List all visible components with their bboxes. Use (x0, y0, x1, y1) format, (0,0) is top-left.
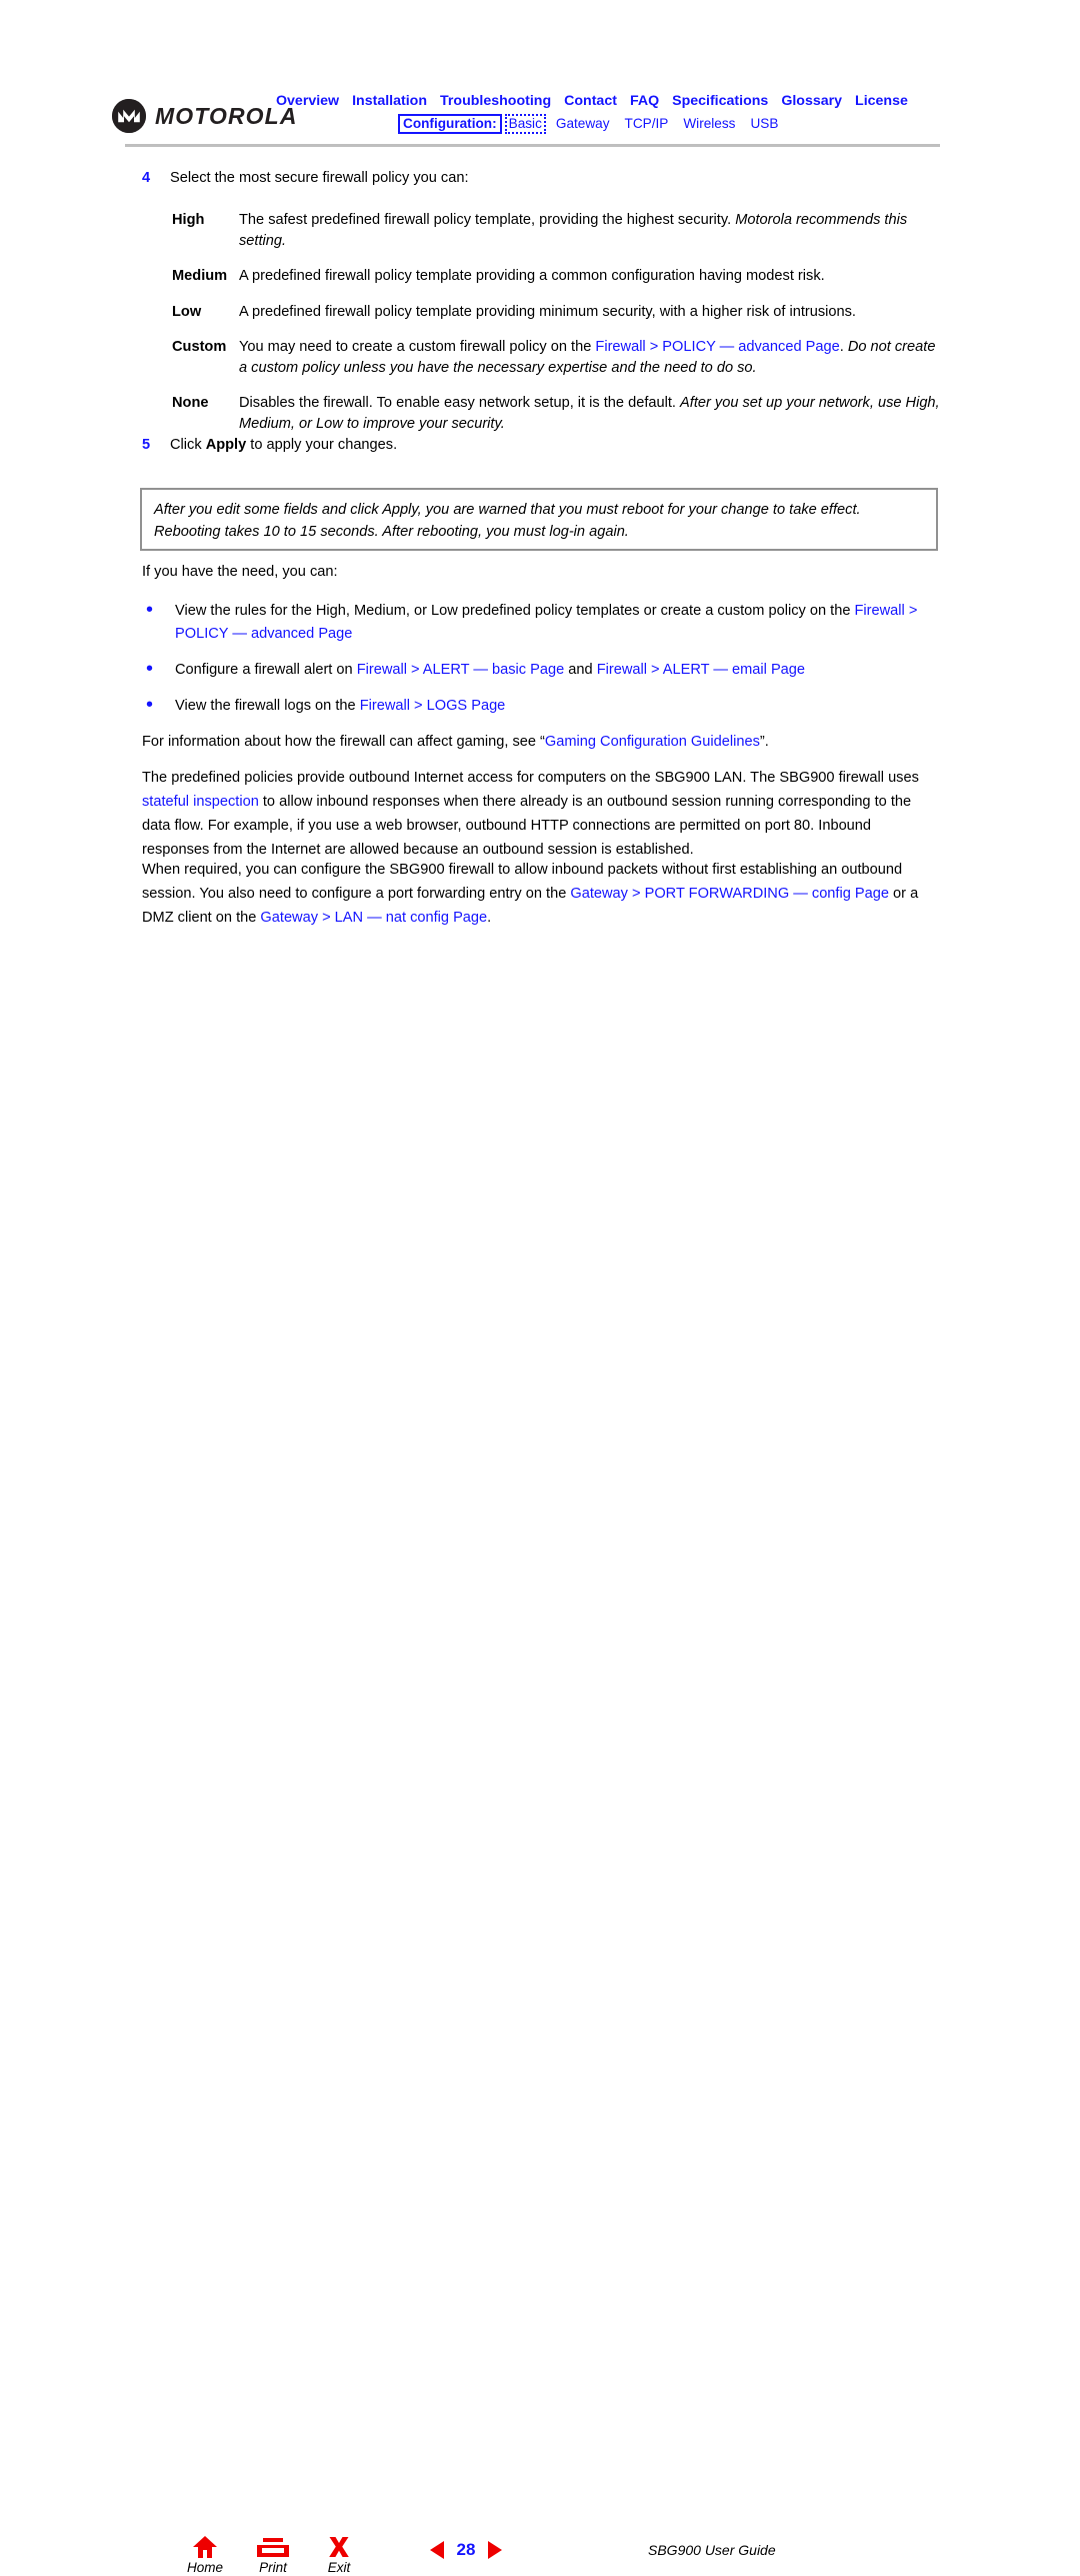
nav-sub-basic[interactable]: Basic (504, 114, 546, 134)
step-4-text: Select the most secure firewall policy y… (170, 170, 469, 186)
gaming-post: ”. (759, 734, 769, 750)
bullet-2-plain-1: Configure a firewall alert on (175, 662, 357, 678)
step-4-number: 4 (142, 170, 151, 186)
page-number: 28 (456, 2540, 476, 2559)
definition-row-none: None Disables the firewall. To enable ea… (172, 393, 940, 434)
definition-term-high: High (172, 212, 205, 228)
step-5-pre: Click (170, 437, 206, 453)
nav-specifications[interactable]: Specifications (672, 93, 768, 109)
link-firewall-alert-email[interactable]: Firewall > ALERT — email Page (597, 662, 805, 678)
gaming-paragraph: For information about how the firewall c… (142, 730, 942, 754)
printer-icon (239, 2533, 307, 2559)
list-item: • View the rules for the High, Medium, o… (142, 600, 942, 646)
nav-glossary[interactable]: Glossary (781, 93, 842, 109)
link-firewall-logs[interactable]: Firewall > LOGS Page (360, 698, 506, 714)
custom-plain-2: . (839, 339, 848, 355)
motorola-batwing-icon (112, 99, 146, 133)
step-5-number: 5 (142, 437, 151, 453)
inbound-post: . (487, 910, 492, 926)
bullet-icon: • (146, 599, 154, 621)
definition-desc-medium: A predefined firewall policy template pr… (239, 268, 825, 284)
nav-sub-gateway[interactable]: Gateway (554, 116, 612, 132)
bullet-icon: • (146, 694, 154, 716)
high-plain: The safest predefined firewall policy te… (239, 212, 736, 228)
step-5-apply-bold: Apply (205, 437, 247, 453)
secondary-navigation: Configuration: Basic Gateway TCP/IP Wire… (398, 114, 791, 134)
nav-installation[interactable]: Installation (352, 93, 427, 109)
header-divider (125, 144, 940, 147)
page-navigation: 28 (430, 2540, 502, 2560)
link-firewall-policy-advanced[interactable]: Firewall > POLICY — advanced Page (595, 339, 839, 355)
bullet-2-text: Configure a firewall alert on Firewall >… (175, 659, 942, 682)
home-button[interactable]: Home (171, 2533, 239, 2576)
definition-row-high: High The safest predefined firewall poli… (172, 210, 940, 251)
nav-configuration-label: Configuration: (398, 114, 502, 134)
home-label: Home (186, 2560, 223, 2575)
reboot-note-line-1: After you edit some fields and click App… (154, 502, 861, 518)
bullet-3-text: View the firewall logs on the Firewall >… (175, 695, 942, 718)
none-plain: Disables the firewall. To enable easy ne… (239, 395, 681, 411)
definition-desc-high: The safest predefined firewall policy te… (239, 210, 940, 251)
definition-row-low: Low A predefined firewall policy templat… (172, 302, 940, 323)
primary-navigation: Overview Installation Troubleshooting Conta… (276, 93, 908, 109)
step-4: 4 Select the most secure firewall policy… (142, 170, 942, 186)
bullet-2-plain-2: and (564, 662, 597, 678)
link-stateful-inspection[interactable]: stateful inspection (142, 794, 259, 810)
link-gateway-lan-nat-config[interactable]: Gateway > LAN — nat config Page (260, 910, 487, 926)
reboot-note-line-2: Rebooting takes 10 to 15 seconds. After … (154, 524, 629, 540)
definition-term-low: Low (172, 303, 202, 320)
definition-desc-none: Disables the firewall. To enable easy ne… (239, 393, 940, 434)
list-item: • View the firewall logs on the Firewall… (142, 695, 942, 718)
nav-contact[interactable]: Contact (564, 93, 617, 109)
definition-term-custom: Custom (172, 339, 227, 355)
nav-troubleshooting[interactable]: Troubleshooting (440, 93, 551, 109)
document-page: MOTOROLA Overview Installation Troubleshoo… (0, 0, 1080, 2575)
bullet-icon: • (146, 658, 154, 680)
definition-desc-low: A predefined firewall policy template pr… (239, 303, 856, 320)
nav-license[interactable]: License (855, 93, 908, 109)
reboot-note-box: After you edit some fields and click App… (140, 488, 938, 551)
exit-label: Exit (327, 2560, 351, 2575)
link-firewall-alert-basic[interactable]: Firewall > ALERT — basic Page (357, 662, 565, 678)
nav-sub-tcpip[interactable]: TCP/IP (623, 116, 671, 132)
page-footer: Home Print Exit 28 SBG900 User Guide (0, 1262, 1080, 2575)
print-label: Print (259, 2560, 287, 2575)
bullet-1-plain-1: View the rules for the High, Medium, or … (175, 603, 855, 619)
gaming-pre: For information about how the firewall c… (142, 734, 545, 750)
need-intro-paragraph: If you have the need, you can: (142, 564, 338, 580)
page-header: MOTOROLA Overview Installation Troubleshoo… (0, 0, 1080, 150)
step-5: 5 Click Apply to apply your changes. (142, 437, 942, 453)
step-5-text: Click Apply to apply your changes. (170, 437, 397, 453)
list-item: • Configure a firewall alert on Firewall… (142, 659, 942, 682)
definition-row-custom: Custom You may need to create a custom f… (172, 337, 940, 378)
home-icon (171, 2533, 239, 2559)
motorola-logo: MOTOROLA (112, 99, 298, 133)
nav-faq[interactable]: FAQ (630, 93, 659, 109)
bullet-1-text: View the rules for the High, Medium, or … (175, 600, 942, 646)
stateful-pre: The predefined policies provide outbound… (142, 770, 919, 786)
capabilities-bullet-list: • View the rules for the High, Medium, o… (142, 600, 942, 731)
step-5-post: to apply your changes. (246, 437, 398, 453)
definition-desc-custom: You may need to create a custom firewall… (239, 337, 940, 378)
guide-title: SBG900 User Guide (648, 2542, 776, 2558)
custom-plain-1: You may need to create a custom firewall… (239, 339, 596, 355)
link-gateway-port-forwarding-config[interactable]: Gateway > PORT FORWARDING — config Page (570, 886, 889, 902)
policy-definition-list: High The safest predefined firewall poli… (172, 210, 940, 449)
print-button[interactable]: Print (239, 2533, 307, 2576)
exit-button[interactable]: Exit (305, 2533, 373, 2576)
previous-page-arrow-icon[interactable] (430, 2541, 444, 2559)
nav-overview[interactable]: Overview (276, 93, 339, 109)
next-page-arrow-icon[interactable] (488, 2541, 502, 2559)
link-gaming-configuration-guidelines[interactable]: Gaming Configuration Guidelines (545, 734, 760, 750)
inbound-packets-paragraph: When required, you can configure the SBG… (142, 858, 942, 930)
reboot-note-text: After you edit some fields and click App… (142, 490, 936, 543)
stateful-inspection-paragraph: The predefined policies provide outbound… (142, 766, 942, 862)
definition-term-none: None (172, 395, 209, 411)
bullet-3-plain-1: View the firewall logs on the (175, 698, 360, 714)
definition-row-medium: Medium A predefined firewall policy temp… (172, 266, 940, 287)
nav-sub-usb[interactable]: USB (748, 116, 780, 132)
definition-term-medium: Medium (172, 268, 228, 284)
nav-sub-wireless[interactable]: Wireless (681, 116, 737, 132)
close-icon (305, 2533, 373, 2559)
